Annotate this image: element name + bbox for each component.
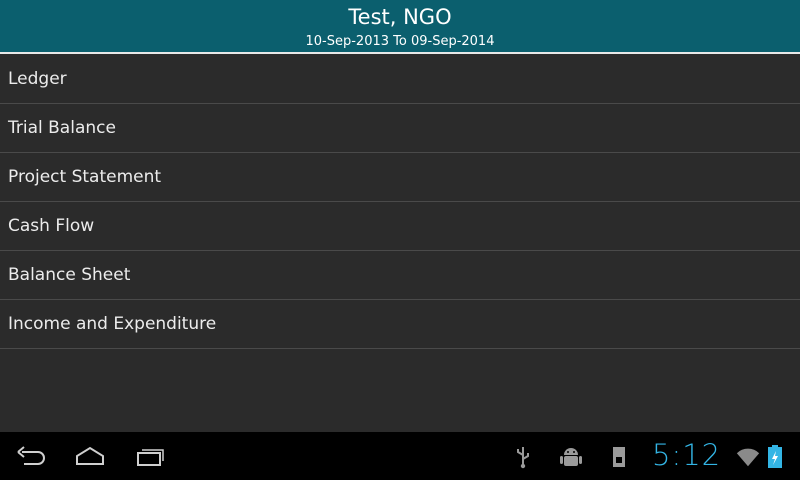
menu-item-ledger[interactable]: Ledger — [0, 55, 800, 104]
status-bar-clock: 5:12 — [652, 438, 722, 472]
app-screen: Test, NGO 10-Sep-2013 To 09-Sep-2014 Led… — [0, 0, 800, 480]
menu-item-project-statement[interactable]: Project Statement — [0, 153, 800, 202]
back-icon[interactable] — [14, 444, 48, 468]
organization-title: Test, NGO — [348, 5, 452, 29]
date-range: 10-Sep-2013 To 09-Sep-2014 — [305, 34, 495, 49]
sd-card-icon — [613, 447, 625, 467]
report-menu: Ledger Trial Balance Project Statement C… — [0, 55, 800, 349]
battery-charging-icon — [768, 445, 782, 468]
app-header: Test, NGO 10-Sep-2013 To 09-Sep-2014 — [0, 0, 800, 54]
recent-apps-icon[interactable] — [133, 444, 167, 468]
home-icon[interactable] — [73, 444, 107, 468]
android-debug-icon — [560, 448, 582, 466]
usb-icon — [517, 447, 529, 469]
wifi-icon — [736, 448, 760, 467]
menu-item-income-expenditure[interactable]: Income and Expenditure — [0, 300, 800, 349]
menu-item-balance-sheet[interactable]: Balance Sheet — [0, 251, 800, 300]
menu-item-trial-balance[interactable]: Trial Balance — [0, 104, 800, 153]
system-navigation-bar: 5:12 — [0, 432, 800, 480]
menu-item-cash-flow[interactable]: Cash Flow — [0, 202, 800, 251]
